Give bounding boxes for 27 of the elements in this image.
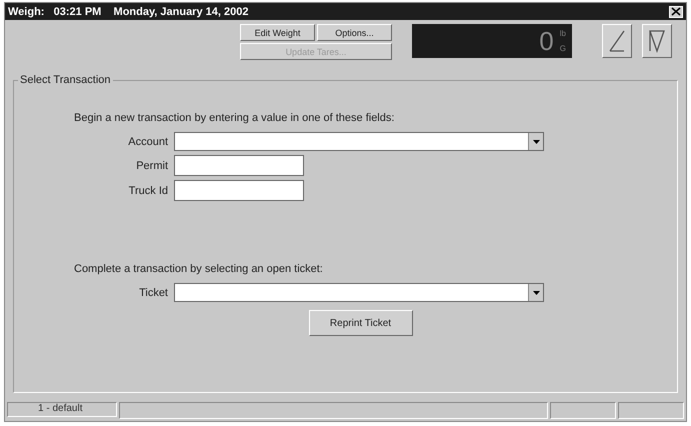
combo-box[interactable] [174,132,544,151]
combo-box[interactable] [174,283,544,302]
reprint-button[interactable]: Reprint Ticket [308,310,412,336]
field-label: Permit [135,160,168,172]
mode-label: G [560,44,566,53]
instruction-text: Complete a transaction by selecting an open ticket: [74,263,324,275]
group-title: Select Transaction [19,74,112,86]
status-panel: 1 - default [7,402,117,417]
status-panel [618,402,684,419]
weight-reading: 0 [539,26,554,56]
tool-button[interactable] [642,24,672,58]
input-field[interactable] [174,155,304,176]
angle-icon [607,28,627,54]
window-title: Weigh: 03:21 PM Monday, January 14, 2002 [8,6,248,18]
status-panel [550,402,616,419]
field-label: Account [127,136,168,148]
unit-label: lb [560,29,566,38]
field-label: Truck Id [128,184,168,196]
triangle-icon [647,28,667,54]
tool-button[interactable] [602,24,632,58]
field-label: Ticket [138,286,168,298]
close-icon [671,7,681,16]
close-button[interactable] [669,6,683,18]
instruction-text: Begin a new transaction by entering a value in one of these fields: [74,112,396,124]
toolbar-button[interactable]: Options... [317,24,392,41]
toolbar-button[interactable]: Edit Weight [240,24,315,41]
input-field[interactable] [174,180,304,201]
